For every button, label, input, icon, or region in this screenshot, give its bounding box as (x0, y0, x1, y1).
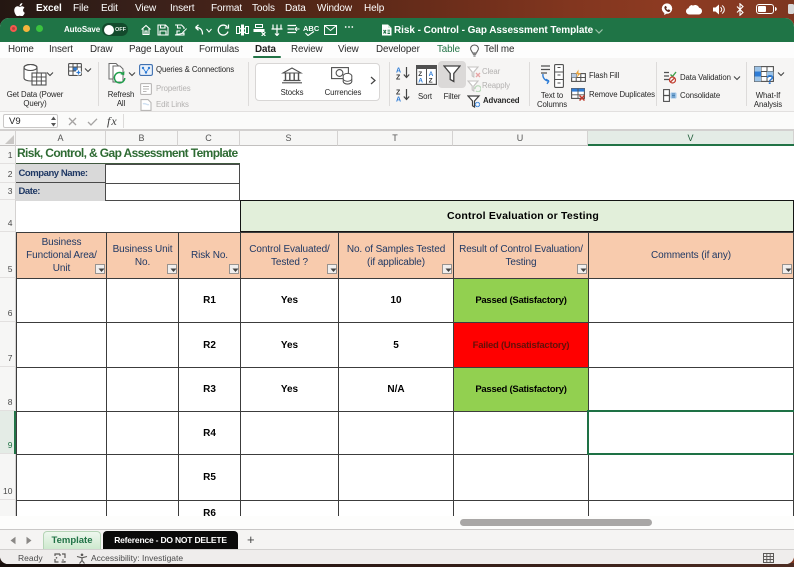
svg-text:A: A (418, 78, 423, 85)
svg-text:?: ? (766, 72, 774, 85)
svg-text:A: A (396, 97, 401, 103)
svg-text:A: A (396, 68, 401, 75)
svg-text:Z: Z (396, 75, 401, 81)
svg-text:Z: Z (396, 90, 401, 97)
svg-text:Z: Z (429, 78, 433, 85)
